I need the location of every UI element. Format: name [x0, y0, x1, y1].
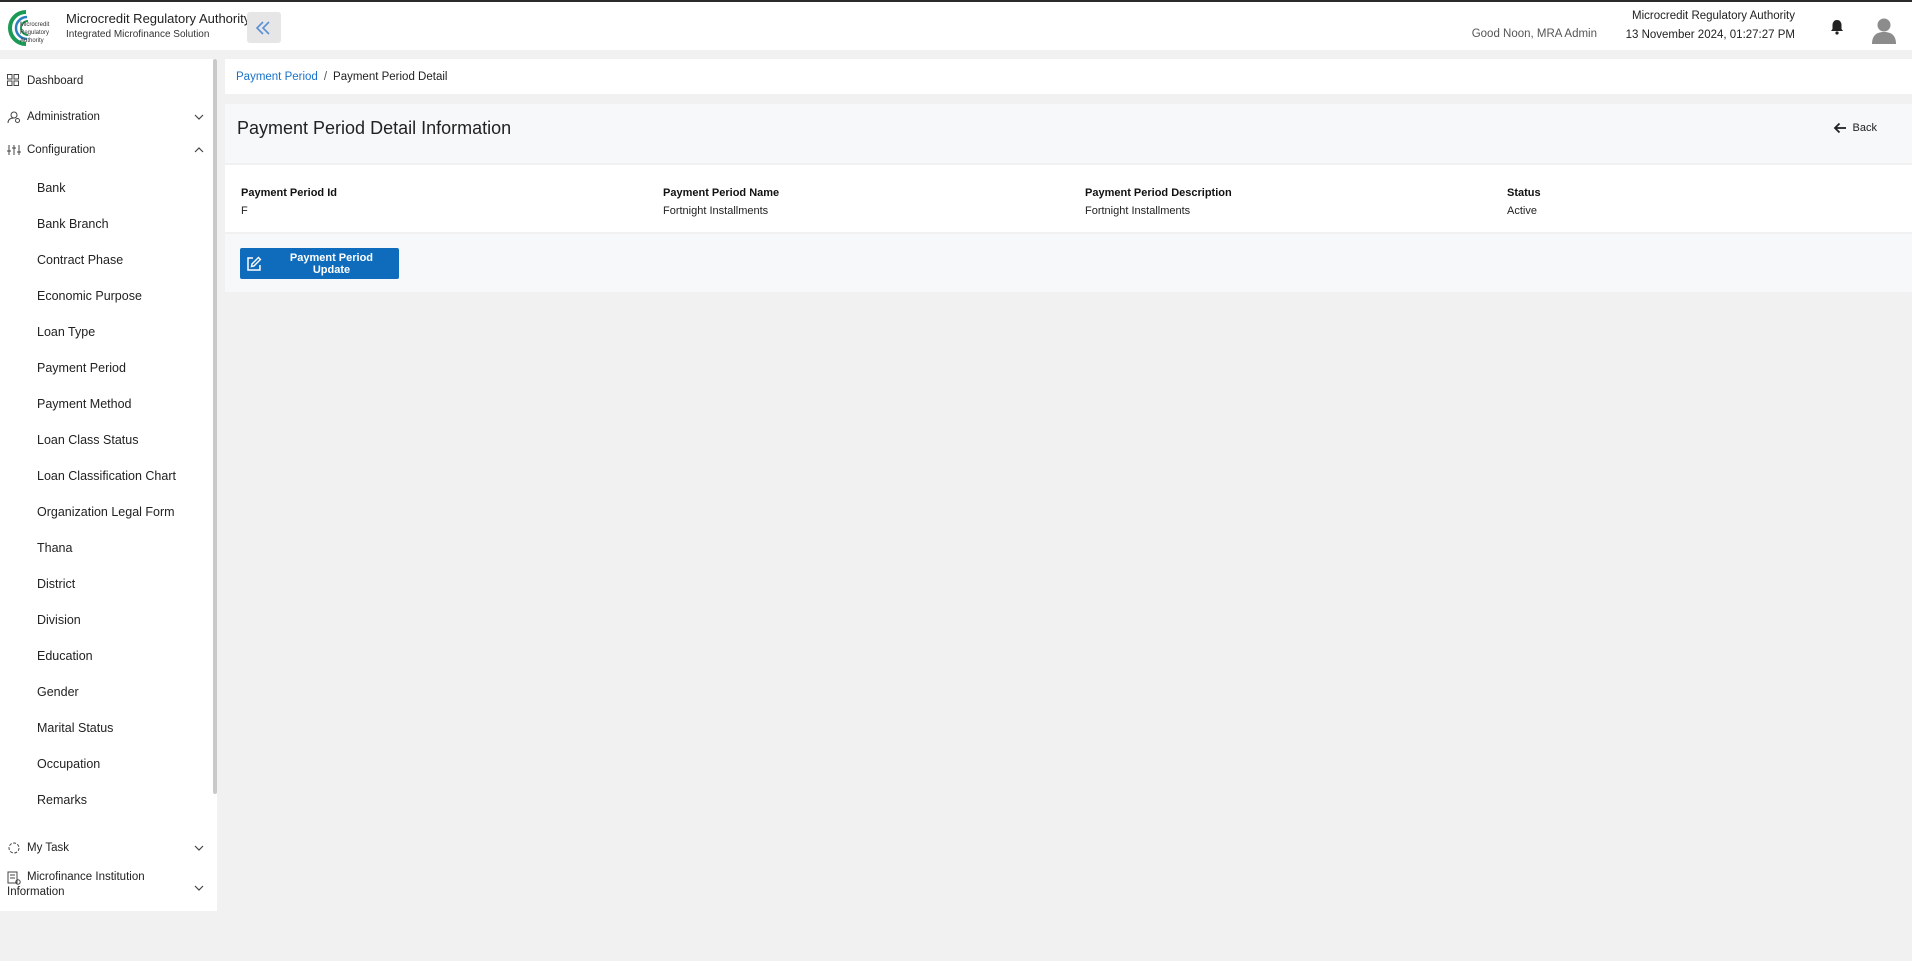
top-header: Microcredit Regulatory Authority Microcr… — [0, 2, 1912, 50]
breadcrumb-link-payment-period[interactable]: Payment Period — [236, 71, 318, 83]
config-item-thana[interactable]: Thana — [37, 541, 72, 555]
header-org-name: Microcredit Regulatory Authority — [1632, 10, 1795, 22]
back-button[interactable]: Back — [1833, 122, 1877, 134]
config-item-organization-legal-form[interactable]: Organization Legal Form — [37, 505, 175, 519]
svg-text:Authority: Authority — [20, 38, 44, 44]
sidebar-item-configuration[interactable]: Configuration — [0, 135, 213, 165]
sidebar-item-label: Microfinance Institution Information — [7, 871, 145, 898]
chevron-up-icon — [193, 144, 205, 156]
greeting-text: Good Noon, MRA Admin — [1471, 28, 1597, 40]
sidebar: Dashboard Administration Configuration B… — [0, 59, 217, 911]
config-item-contract-phase[interactable]: Contract Phase — [37, 253, 123, 267]
sidebar-item-label: My Task — [27, 842, 69, 854]
admin-settings-icon — [7, 110, 21, 124]
config-item-bank-branch[interactable]: Bank Branch — [37, 217, 109, 231]
sidebar-item-dashboard[interactable]: Dashboard — [0, 66, 213, 96]
config-item-loan-type[interactable]: Loan Type — [37, 325, 95, 339]
breadcrumb-separator: / — [323, 70, 328, 83]
chevron-down-icon — [193, 111, 205, 123]
sidebar-item-administration[interactable]: Administration — [0, 102, 213, 132]
field-payment-period-description: Payment Period Description Fortnight Ins… — [1085, 187, 1232, 217]
field-value: Fortnight Installments — [663, 205, 769, 217]
field-value: Active — [1507, 205, 1537, 217]
field-label: Payment Period Name — [663, 187, 780, 199]
bell-icon[interactable] — [1828, 18, 1846, 36]
field-label: Payment Period Description — [1085, 187, 1232, 199]
config-item-remarks[interactable]: Remarks — [37, 793, 87, 807]
field-value: Fortnight Installments — [1085, 205, 1191, 217]
chevron-down-icon — [193, 842, 205, 854]
page-title: Payment Period Detail Information — [237, 118, 512, 138]
breadcrumb: Payment Period / Payment Period Detail — [225, 59, 1912, 94]
svg-text:Microcredit: Microcredit — [20, 22, 50, 28]
field-status: Status Active — [1507, 187, 1541, 217]
sidebar-item-my-task[interactable]: My Task — [0, 833, 213, 863]
field-value: F — [241, 205, 248, 217]
sliders-icon — [7, 143, 21, 157]
task-icon — [7, 841, 21, 855]
chevron-down-icon — [193, 881, 205, 893]
config-item-loan-class-status[interactable]: Loan Class Status — [37, 433, 138, 447]
breadcrumb-current: Payment Period Detail — [333, 70, 448, 83]
sidebar-collapse-button[interactable] — [247, 12, 281, 43]
detail-fields: Payment Period Id F Payment Period Name … — [225, 165, 1912, 232]
sidebar-item-label: Administration — [27, 111, 100, 123]
config-item-economic-purpose[interactable]: Economic Purpose — [37, 289, 142, 303]
arrow-left-icon — [1833, 122, 1846, 134]
config-item-division[interactable]: Division — [37, 613, 81, 627]
org-subtitle: Integrated Microfinance Solution — [66, 29, 210, 40]
config-item-occupation[interactable]: Occupation — [37, 757, 100, 771]
org-name: Microcredit Regulatory Authority — [66, 11, 251, 26]
mra-logo: Microcredit Regulatory Authority — [6, 8, 58, 48]
config-item-loan-classification-chart[interactable]: Loan Classification Chart — [37, 469, 176, 483]
field-payment-period-id: Payment Period Id F — [241, 187, 337, 217]
back-button-label: Back — [1852, 122, 1877, 134]
user-avatar-icon[interactable] — [1871, 16, 1897, 44]
svg-text:Regulatory: Regulatory — [20, 30, 49, 36]
payment-period-update-button[interactable]: Payment Period Update — [240, 248, 399, 279]
config-item-payment-period[interactable]: Payment Period — [37, 361, 126, 375]
config-item-education[interactable]: Education — [37, 649, 93, 663]
sidebar-item-label: Dashboard — [27, 75, 84, 87]
config-item-marital-status[interactable]: Marital Status — [37, 721, 113, 735]
field-label: Status — [1507, 187, 1541, 199]
update-button-label: Payment Period Update — [289, 251, 374, 276]
detail-header: Payment Period Detail Information Back — [225, 104, 1912, 163]
sidebar-scrollbar[interactable] — [213, 59, 217, 794]
config-item-district[interactable]: District — [37, 577, 75, 591]
config-item-payment-method[interactable]: Payment Method — [37, 397, 132, 411]
sidebar-item-label: Configuration — [27, 144, 96, 156]
header-datetime: 13 November 2024, 01:27:27 PM — [1625, 29, 1795, 41]
config-item-gender[interactable]: Gender — [37, 685, 79, 699]
edit-icon — [247, 256, 262, 271]
field-payment-period-name: Payment Period Name Fortnight Installmen… — [663, 187, 779, 217]
grid-icon — [7, 74, 21, 88]
config-item-bank[interactable]: Bank — [37, 181, 66, 195]
action-bar: Payment Period Update — [225, 234, 1912, 292]
double-chevron-left-icon — [255, 20, 270, 35]
field-label: Payment Period Id — [241, 187, 337, 199]
